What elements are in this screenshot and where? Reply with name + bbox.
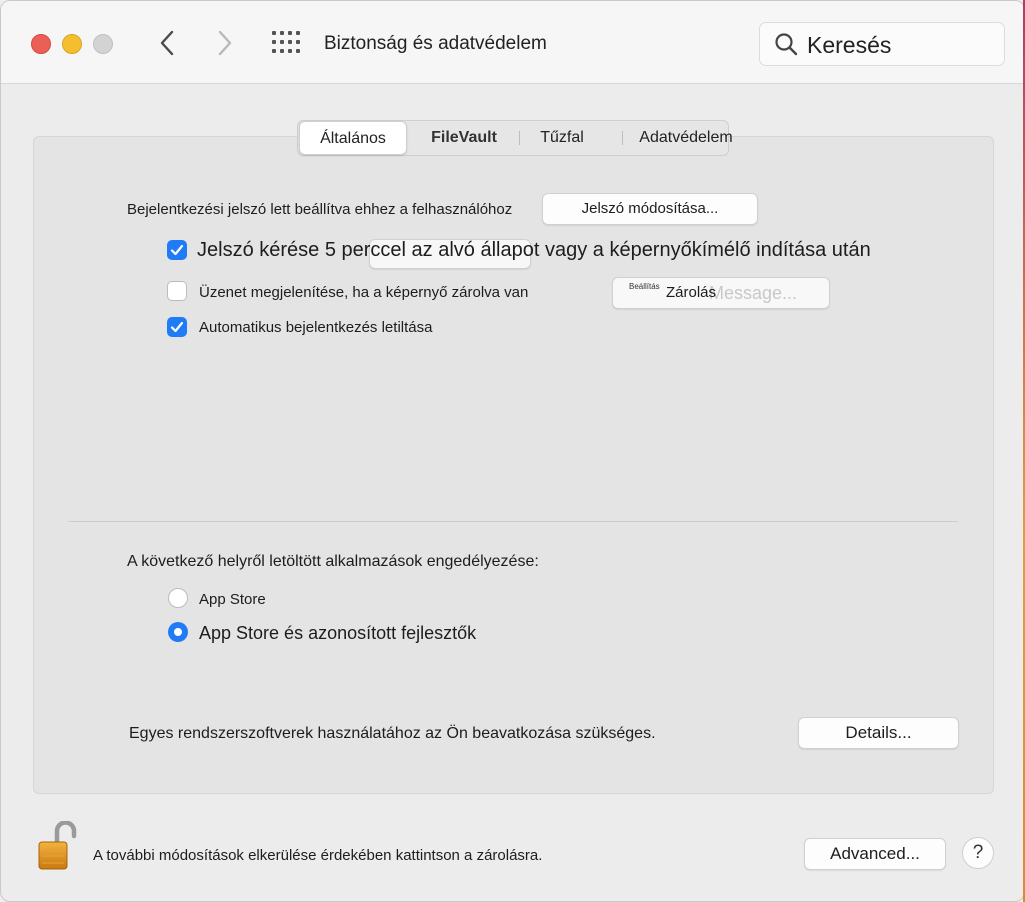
radio-app-store-identified-label: App Store és azonosított fejlesztők	[199, 623, 477, 643]
checkmark-icon	[170, 244, 184, 256]
back-button[interactable]	[155, 27, 181, 59]
radio-app-store-label: App Store	[199, 591, 266, 608]
chevron-right-icon	[218, 30, 232, 56]
disable-auto-login-label: Automatikus bejelentkezés letiltása	[199, 319, 433, 336]
system-software-text: Egyes rendszerszoftverek használatához a…	[129, 725, 656, 742]
password-set-text: Bejelentkezési jelszó lett beállítva ehh…	[127, 201, 513, 218]
preferences-window: Biztonság és adatvédelem Keresés Általán…	[0, 0, 1025, 902]
help-button[interactable]: ?	[962, 837, 994, 869]
tab-filevault[interactable]: FileVault	[416, 121, 512, 153]
lock-message-small-label: Beállítás	[629, 282, 660, 291]
tab-separator	[519, 131, 520, 145]
advanced-button[interactable]: Advanced...	[804, 838, 946, 870]
search-placeholder: Keresés	[807, 32, 892, 58]
change-password-button[interactable]: Jelszó módosítása...	[542, 193, 758, 225]
content-panel	[33, 136, 994, 794]
set-lock-message-button[interactable]: Message... Beállítás Zárolás	[612, 277, 830, 309]
tab-bar: Általános FileVault Tűzfal Adatvédelem	[297, 120, 733, 156]
window-title: Biztonság és adatvédelem	[324, 33, 547, 54]
tab-separator	[622, 131, 623, 145]
lock-icon[interactable]	[37, 820, 77, 871]
forward-button[interactable]	[211, 27, 237, 59]
show-message-checkbox[interactable]	[167, 281, 187, 301]
chevron-left-icon	[160, 30, 174, 56]
require-password-label: Jelszó kérése 5 perccel az alvó állapot …	[197, 239, 871, 261]
close-window-button[interactable]	[31, 34, 51, 54]
checkmark-icon	[170, 321, 184, 333]
lock-text: A további módosítások elkerülése érdekéb…	[93, 847, 543, 864]
lock-message-label: Zárolás	[666, 284, 717, 301]
show-message-label: Üzenet megjelenítése, ha a képernyő záro…	[199, 284, 529, 301]
radio-app-store-identified[interactable]	[168, 622, 188, 642]
tab-firewall[interactable]: Tűzfal	[524, 121, 600, 153]
search-icon	[775, 33, 798, 56]
zoom-window-button[interactable]	[93, 34, 113, 54]
details-button[interactable]: Details...	[798, 717, 959, 749]
tab-general[interactable]: Általános	[299, 121, 407, 155]
lock-message-ghost-label: Message...	[709, 283, 798, 303]
section-divider	[68, 521, 958, 522]
show-all-grid-icon[interactable]	[272, 31, 300, 53]
require-password-checkbox[interactable]	[167, 240, 187, 260]
disable-auto-login-checkbox[interactable]	[167, 317, 187, 337]
downloads-heading: A következő helyről letöltött alkalmazás…	[127, 553, 539, 570]
radio-app-store[interactable]	[168, 588, 188, 608]
title-bar: Biztonság és adatvédelem Keresés	[1, 1, 1024, 84]
search-field[interactable]: Keresés	[759, 22, 1005, 66]
minimize-window-button[interactable]	[62, 34, 82, 54]
tab-privacy[interactable]: Adatvédelem	[630, 121, 742, 153]
